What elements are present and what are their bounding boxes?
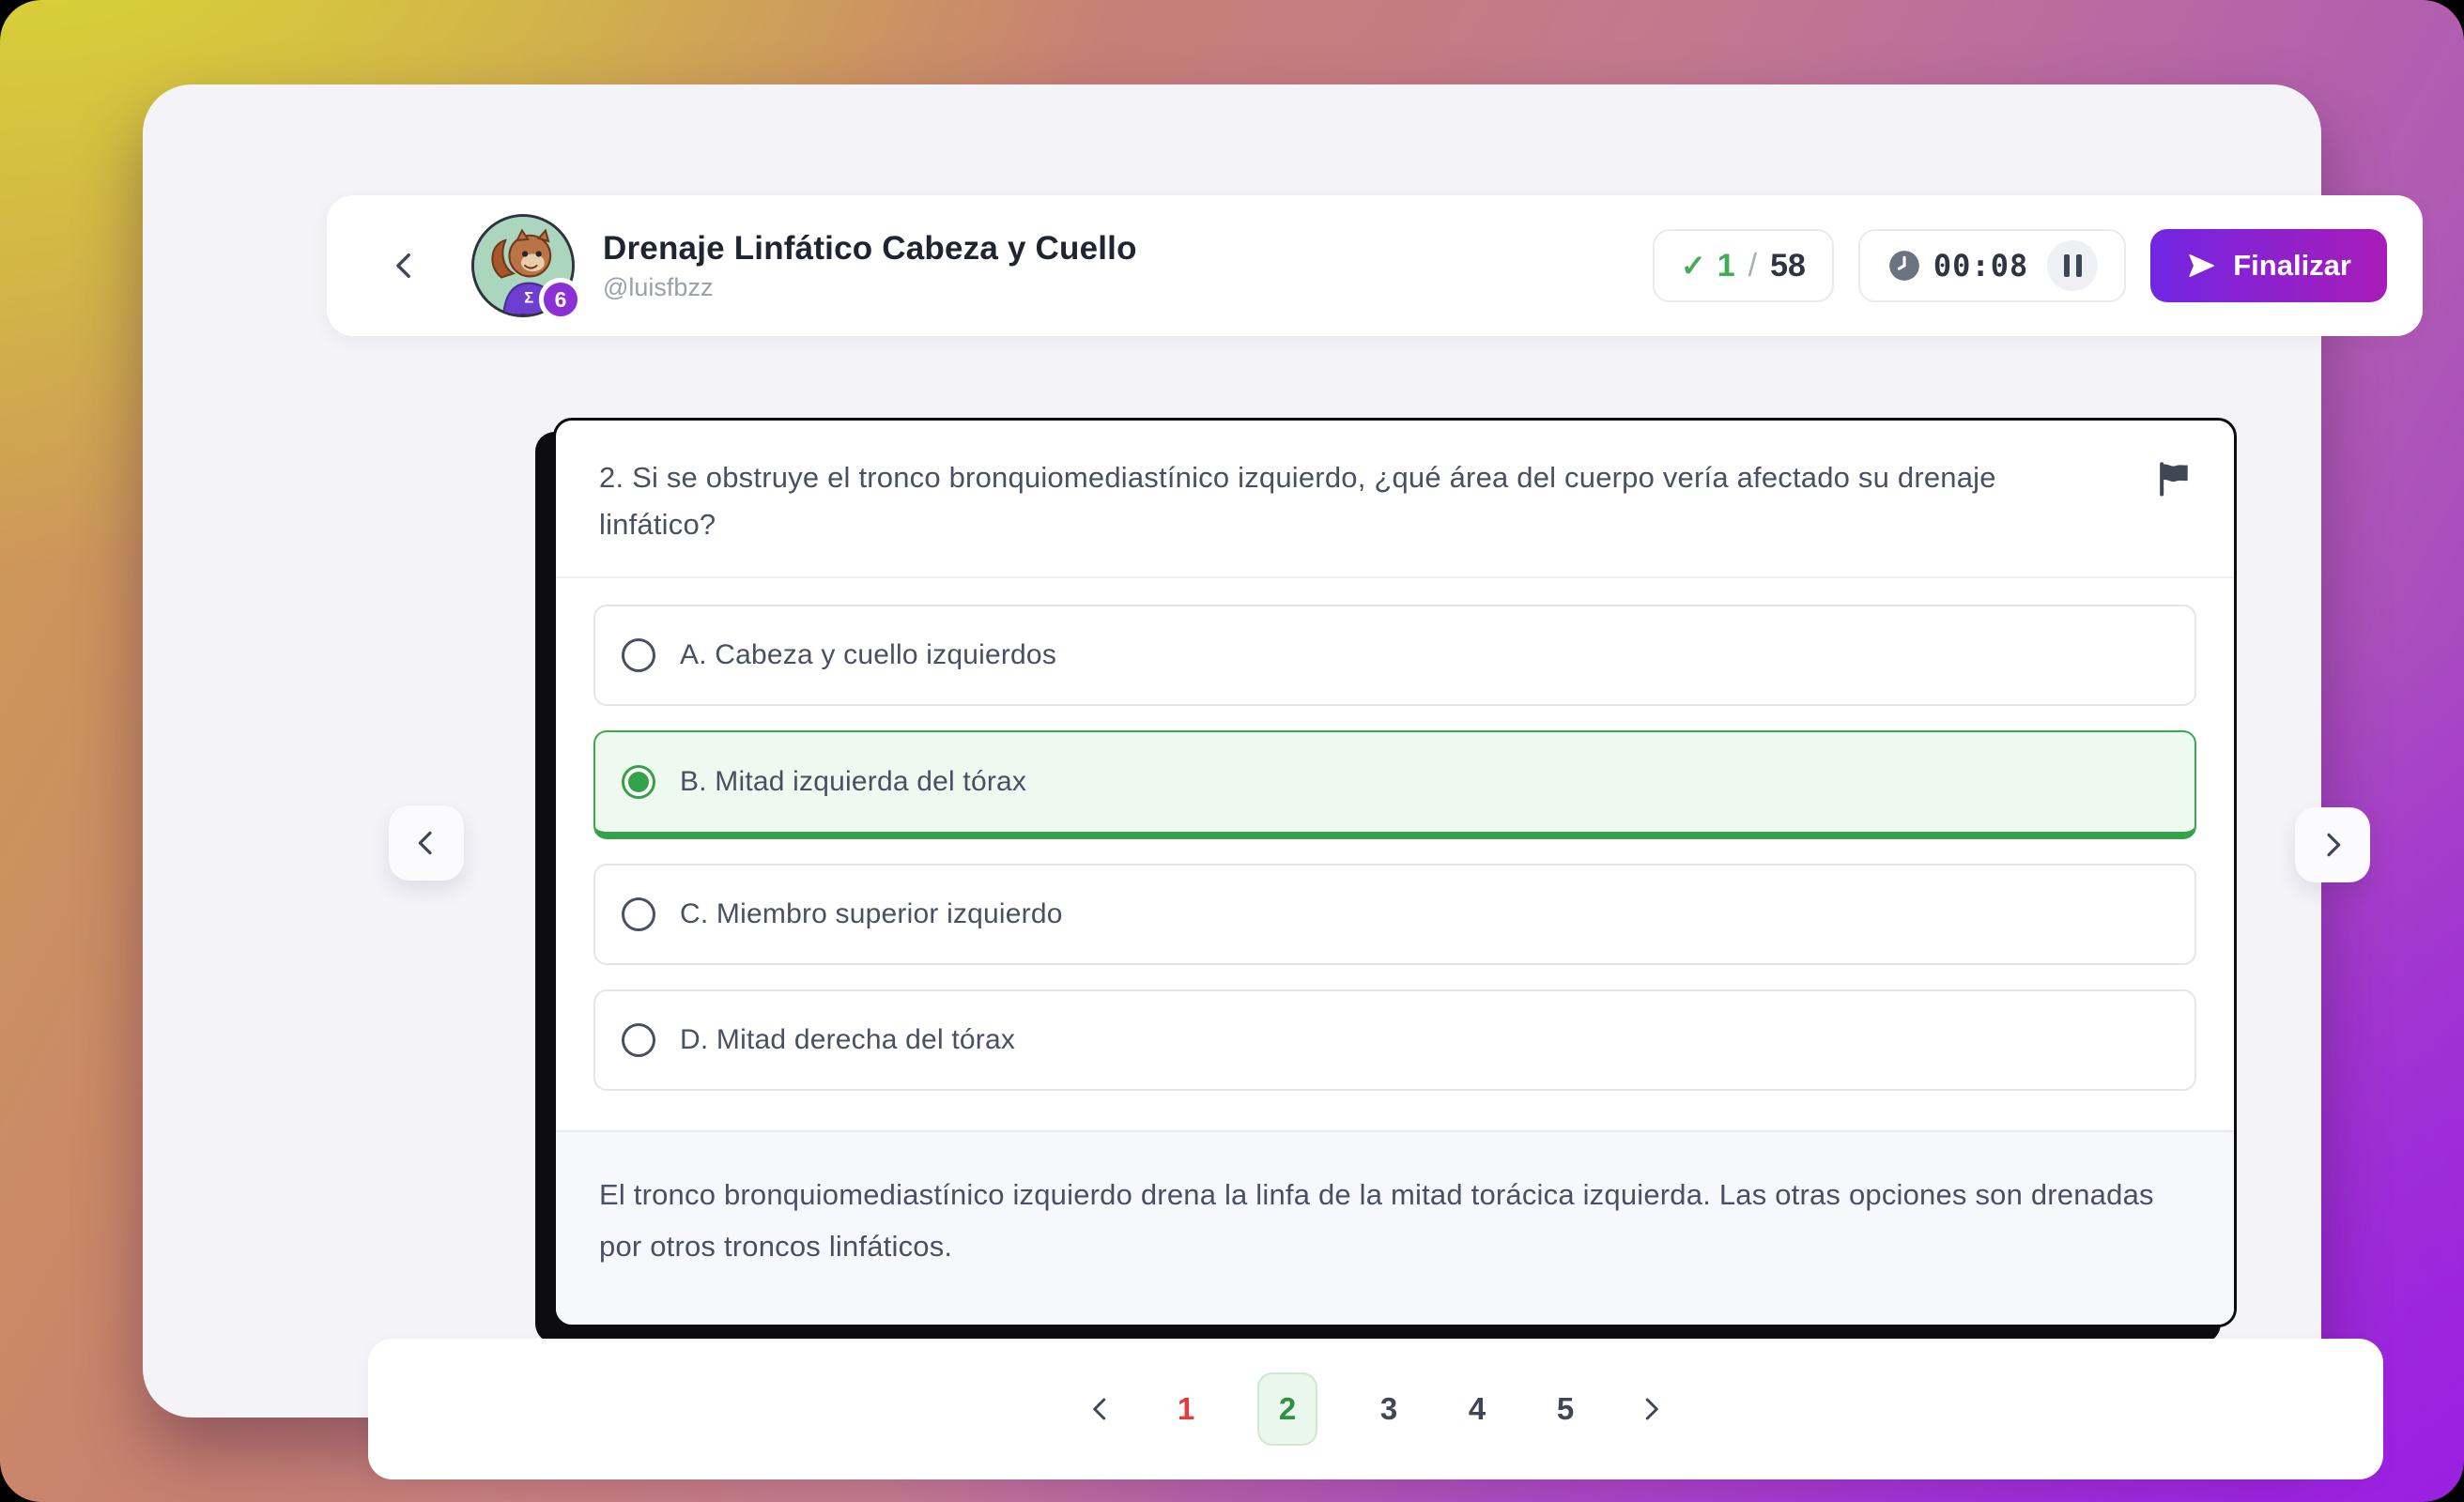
- total-count: 58: [1770, 248, 1806, 284]
- explanation-text: El tronco bronquiomediastínico izquierdo…: [556, 1130, 2234, 1325]
- option-b-label: B. Mitad izquierda del tórax: [680, 766, 1026, 798]
- flag-question-button[interactable]: [2153, 458, 2194, 504]
- chevron-left-icon: [1086, 1395, 1115, 1423]
- radio-unchecked-icon: [622, 897, 655, 931]
- option-b[interactable]: B. Mitad izquierda del tórax: [593, 730, 2196, 839]
- title-block: Drenaje Linfático Cabeza y Cuello @luisf…: [603, 230, 1137, 302]
- app-window: Σ 6 Drenaje Linfático Cabeza y Cuello @l…: [143, 84, 2321, 1418]
- pause-icon: [2064, 254, 2070, 277]
- question-header: 2. Si se obstruye el tronco bronquiomedi…: [556, 421, 2234, 576]
- pagination-next-button[interactable]: [1637, 1395, 1665, 1423]
- chevron-right-icon: [1637, 1395, 1665, 1423]
- radio-checked-icon: [622, 765, 655, 799]
- options-list: A. Cabeza y cuello izquierdos B. Mitad i…: [556, 576, 2234, 1130]
- progress-counter: ✓ 1 / 58: [1653, 229, 1834, 302]
- option-a-label: A. Cabeza y cuello izquierdos: [680, 639, 1056, 671]
- timer-pill: 00:08: [1858, 229, 2126, 302]
- radio-unchecked-icon: [622, 1023, 655, 1057]
- option-a[interactable]: A. Cabeza y cuello izquierdos: [593, 605, 2196, 706]
- header: Σ 6 Drenaje Linfático Cabeza y Cuello @l…: [327, 195, 2423, 336]
- send-icon: [2186, 251, 2216, 281]
- level-badge: 6: [539, 278, 582, 321]
- page-button-3[interactable]: 3: [1372, 1391, 1406, 1427]
- finish-button[interactable]: Finalizar: [2150, 229, 2387, 302]
- pagination: 1 2 3 4 5: [368, 1339, 2383, 1479]
- timer-value: 00:08: [1933, 248, 2028, 284]
- prev-question-button[interactable]: [389, 805, 464, 881]
- question-card: 2. Si se obstruye el tronco bronquiomedi…: [553, 418, 2237, 1327]
- radio-unchecked-icon: [622, 638, 655, 672]
- option-d[interactable]: D. Mitad derecha del tórax: [593, 989, 2196, 1091]
- page-button-1[interactable]: 1: [1169, 1391, 1203, 1427]
- progress-separator: /: [1747, 248, 1759, 284]
- chevron-left-icon: [389, 250, 421, 282]
- flag-icon: [2153, 458, 2194, 499]
- option-d-label: D. Mitad derecha del tórax: [680, 1024, 1015, 1056]
- header-actions: ✓ 1 / 58 00:08 Fin: [1653, 229, 2387, 302]
- answered-count: 1: [1717, 248, 1735, 284]
- option-c-label: C. Miembro superior izquierdo: [680, 898, 1063, 930]
- page-button-5[interactable]: 5: [1548, 1391, 1582, 1427]
- quiz-title: Drenaje Linfático Cabeza y Cuello: [603, 230, 1137, 268]
- quiz-author: @luisfbzz: [603, 273, 1137, 302]
- page-button-2-active[interactable]: 2: [1257, 1372, 1317, 1446]
- pause-button[interactable]: [2047, 240, 2098, 291]
- finish-button-label: Finalizar: [2233, 249, 2351, 283]
- check-icon: ✓: [1681, 248, 1706, 284]
- screen: Σ 6 Drenaje Linfático Cabeza y Cuello @l…: [0, 0, 2464, 1502]
- pagination-prev-button[interactable]: [1086, 1395, 1115, 1423]
- question-text: 2. Si se obstruye el tronco bronquiomedi…: [599, 454, 2083, 548]
- avatar: Σ 6: [471, 214, 575, 317]
- clock-icon: [1886, 248, 1922, 284]
- svg-text:Σ: Σ: [524, 289, 533, 307]
- option-c[interactable]: C. Miembro superior izquierdo: [593, 864, 2196, 965]
- next-question-button[interactable]: [2295, 807, 2370, 882]
- chevron-left-icon: [411, 828, 441, 858]
- back-button[interactable]: [383, 244, 426, 287]
- page-button-4[interactable]: 4: [1460, 1391, 1494, 1427]
- chevron-right-icon: [2318, 830, 2348, 860]
